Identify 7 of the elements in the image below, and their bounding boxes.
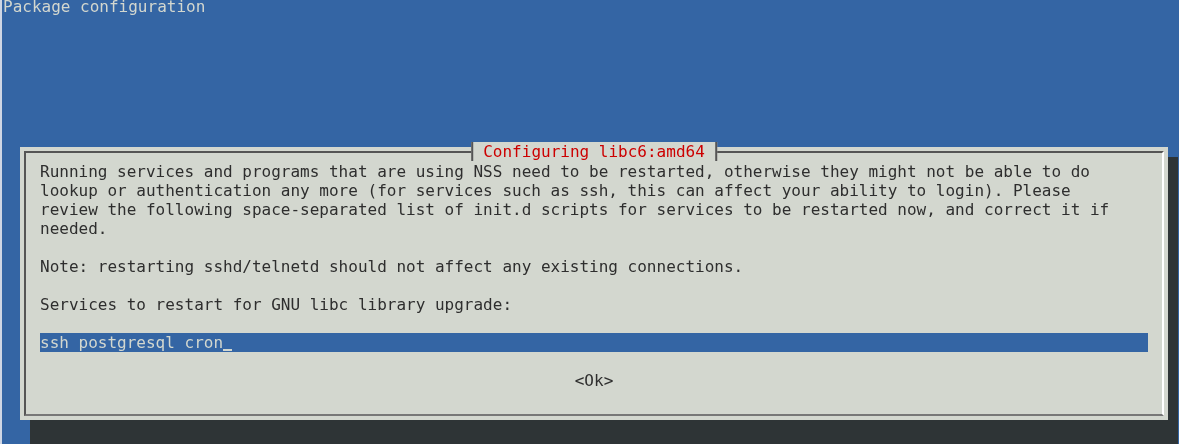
input-field[interactable]: ssh postgresql cron [40, 333, 1148, 352]
ok-button[interactable]: <Ok> [574, 371, 614, 390]
message-text: Services to restart for GNU libc library upgrade: [40, 295, 513, 314]
screen-title: Package configuration [3, 0, 206, 14]
message-text: Note: restarting sshd/telnetd should not affect any existing connections. [40, 257, 745, 276]
message-text: Running services and programs that are using NSS need to be restarted, otherwise they might not be able to do lookup or authentication any more (for services such as ssh, this can affect your ability to login). Please review the following space-separated list of init.d scripts for services to be restarted now, and correct it if needed. [40, 162, 1111, 238]
dialog-title: Configuring libc6:amd64 [471, 142, 717, 161]
